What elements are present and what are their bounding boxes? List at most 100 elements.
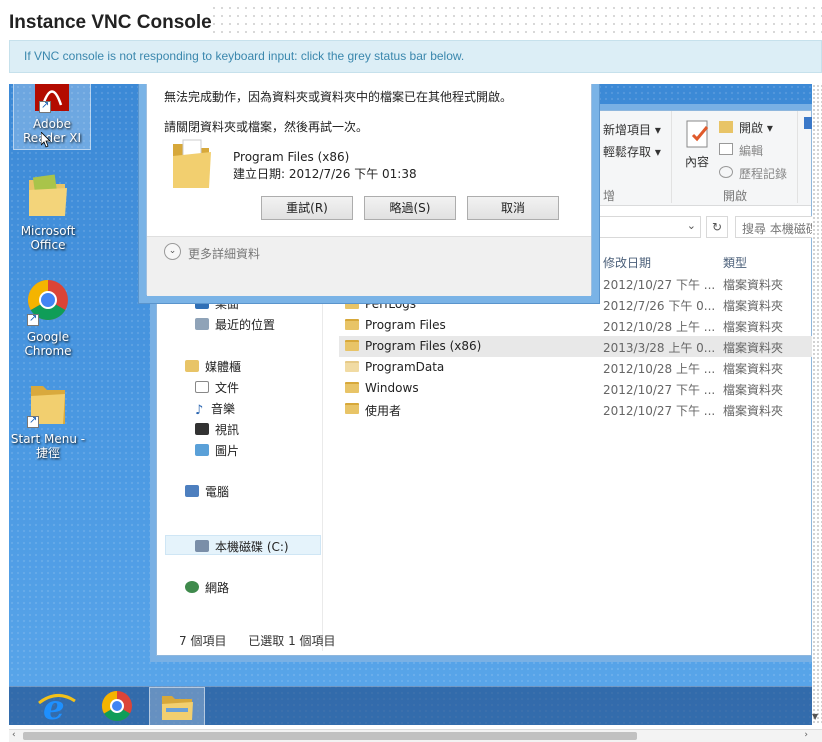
horizontal-scrollbar[interactable]: ‹ ›	[9, 729, 822, 742]
file-row[interactable]: ProgramData 2012/10/28 上午 ... 檔案資料夾	[339, 357, 812, 378]
taskbar-internet-explorer[interactable]: e	[29, 687, 85, 725]
file-date: 2012/10/27 下午 ...	[603, 404, 716, 418]
file-date: 2012/10/28 上午 ...	[603, 320, 716, 334]
folder-icon	[169, 134, 215, 190]
nav-item-label: 電腦	[205, 485, 230, 499]
scroll-down-icon[interactable]: ▼	[812, 712, 818, 721]
chrome-icon	[25, 278, 71, 326]
file-date: 2012/10/27 下午 ...	[603, 278, 716, 292]
nav-item-label: 媒體櫃	[205, 360, 242, 374]
history-icon	[719, 166, 733, 178]
folder-icon	[25, 172, 71, 220]
file-date: 2012/10/27 下午 ...	[603, 383, 716, 397]
nav-item-label: 網路	[205, 581, 230, 595]
ribbon-divider	[671, 111, 672, 203]
dialog-body: 無法完成動作，因為資料夾或資料夾中的檔案已在其他程式開啟。 請關閉資料夾或檔案，…	[146, 84, 592, 296]
file-type: 檔案資料夾	[723, 278, 784, 292]
file-date: 2012/7/26 下午 0...	[603, 299, 716, 313]
file-type: 檔案資料夾	[723, 383, 784, 397]
edit-button[interactable]: 編輯	[739, 142, 763, 159]
vertical-scrollbar[interactable]: ▼	[812, 84, 822, 725]
nav-item-local-disk[interactable]: 本機磁碟 (C:)	[195, 538, 289, 555]
refresh-icon: ↻	[711, 220, 723, 234]
nav-item-music[interactable]: ♪ 音樂	[195, 400, 236, 418]
horizontal-scroll-thumb[interactable]	[23, 732, 637, 740]
desktop-icon-start-menu[interactable]: Start Menu - 捷徑	[9, 380, 87, 460]
selected-count: 已選取 1 個項目	[248, 634, 336, 648]
ribbon-group-new-label: 增	[603, 189, 616, 203]
vnc-desktop[interactable]: Adobe Reader XI Microsoft Office Google …	[9, 84, 812, 725]
documents-icon	[195, 381, 209, 393]
videos-icon	[195, 423, 209, 435]
file-type: 檔案資料夾	[723, 320, 784, 334]
scroll-left-icon[interactable]: ‹	[12, 730, 16, 740]
more-details-toggle[interactable]: 更多詳細資料	[188, 245, 260, 262]
nav-item-network[interactable]: 網路	[185, 579, 229, 596]
chevron-down-icon[interactable]: ⌄	[164, 243, 181, 260]
dialog-item-created: 建立日期: 2012/7/26 下午 01:38	[233, 167, 417, 181]
refresh-button[interactable]: ↻	[706, 216, 728, 238]
desktop-icon-label: Adobe Reader XI	[22, 117, 82, 145]
folder-icon	[345, 361, 359, 372]
network-icon	[185, 581, 199, 593]
address-bar[interactable]: ⌄	[597, 216, 701, 238]
desktop-icon-google-chrome[interactable]: Google Chrome	[9, 278, 87, 358]
nav-item-videos[interactable]: 視訊	[195, 421, 239, 438]
open-button[interactable]: 開啟 ▾	[739, 119, 773, 136]
computer-icon	[185, 485, 199, 497]
open-folder-icon	[719, 121, 733, 133]
recent-places-icon	[195, 318, 209, 330]
dialog-item-name: Program Files (x86)	[233, 150, 350, 164]
page-title: Instance VNC Console	[9, 12, 212, 33]
nav-item-pictures[interactable]: 圖片	[195, 442, 239, 459]
taskbar-chrome[interactable]	[89, 687, 145, 725]
nav-item-documents[interactable]: 文件	[195, 379, 239, 396]
scroll-right-icon[interactable]: ›	[804, 730, 808, 740]
folder-icon	[345, 340, 359, 351]
select-all-icon	[804, 117, 812, 129]
skip-button[interactable]: 略過(S)	[364, 196, 456, 220]
address-dropdown-icon[interactable]: ⌄	[687, 219, 696, 232]
easy-access-button[interactable]: 輕鬆存取 ▾	[603, 143, 661, 160]
new-item-button[interactable]: 新增項目 ▾	[603, 121, 661, 138]
file-name: Windows	[365, 381, 419, 395]
svg-text:e: e	[43, 688, 65, 725]
nav-item-label: 圖片	[215, 444, 240, 458]
nav-item-computer[interactable]: 電腦	[185, 483, 229, 500]
column-header-date[interactable]: 修改日期	[603, 254, 651, 271]
status-bar: 7 個項目 已選取 1 個項目	[179, 632, 336, 649]
file-in-use-dialog[interactable]: 無法完成動作，因為資料夾或資料夾中的檔案已在其他程式開啟。 請關閉資料夾或檔案，…	[138, 84, 600, 304]
desktop-icon-adobe-reader[interactable]: Adobe Reader XI	[13, 84, 91, 150]
internet-explorer-icon: e	[38, 688, 76, 725]
ribbon-group-open-label: 開啟	[723, 189, 748, 203]
desktop-icon-label: Start Menu - 捷徑	[10, 432, 86, 460]
music-icon: ♪	[195, 403, 204, 418]
column-header-type[interactable]: 類型	[723, 254, 747, 271]
libraries-icon	[185, 360, 199, 372]
nav-item-label: 文件	[215, 381, 240, 395]
file-type: 檔案資料夾	[723, 299, 784, 313]
file-row[interactable]: 使用者 2012/10/27 下午 ... 檔案資料夾	[339, 399, 812, 420]
chrome-icon	[101, 691, 132, 722]
nav-item-libraries[interactable]: 媒體櫃	[185, 358, 241, 375]
nav-item-recent[interactable]: 最近的位置	[195, 316, 275, 333]
folder-icon	[25, 380, 71, 428]
properties-button[interactable]: 內容	[685, 153, 709, 170]
desktop-icon-microsoft-office[interactable]: Microsoft Office	[9, 172, 87, 252]
file-row[interactable]: Program Files 2012/10/28 上午 ... 檔案資料夾	[339, 315, 812, 336]
retry-button[interactable]: 重試(R)	[261, 196, 353, 220]
cancel-button[interactable]: 取消	[467, 196, 559, 220]
item-count: 7 個項目	[179, 634, 227, 648]
folder-icon	[345, 319, 359, 330]
nav-item-label: 音樂	[211, 402, 236, 416]
search-input[interactable]: 搜尋 本機磁碟	[735, 216, 812, 238]
windows-taskbar: e	[9, 686, 812, 725]
file-type: 檔案資料夾	[723, 341, 784, 355]
file-row-selected[interactable]: Program Files (x86) 2013/3/28 上午 0... 檔案…	[339, 336, 812, 357]
adobe-reader-icon	[29, 84, 75, 113]
folder-icon	[345, 382, 359, 393]
desktop-icon-label: Microsoft Office	[20, 224, 76, 252]
history-button[interactable]: 歷程記錄	[739, 165, 787, 182]
taskbar-file-explorer[interactable]	[149, 687, 205, 725]
file-row[interactable]: Windows 2012/10/27 下午 ... 檔案資料夾	[339, 378, 812, 399]
